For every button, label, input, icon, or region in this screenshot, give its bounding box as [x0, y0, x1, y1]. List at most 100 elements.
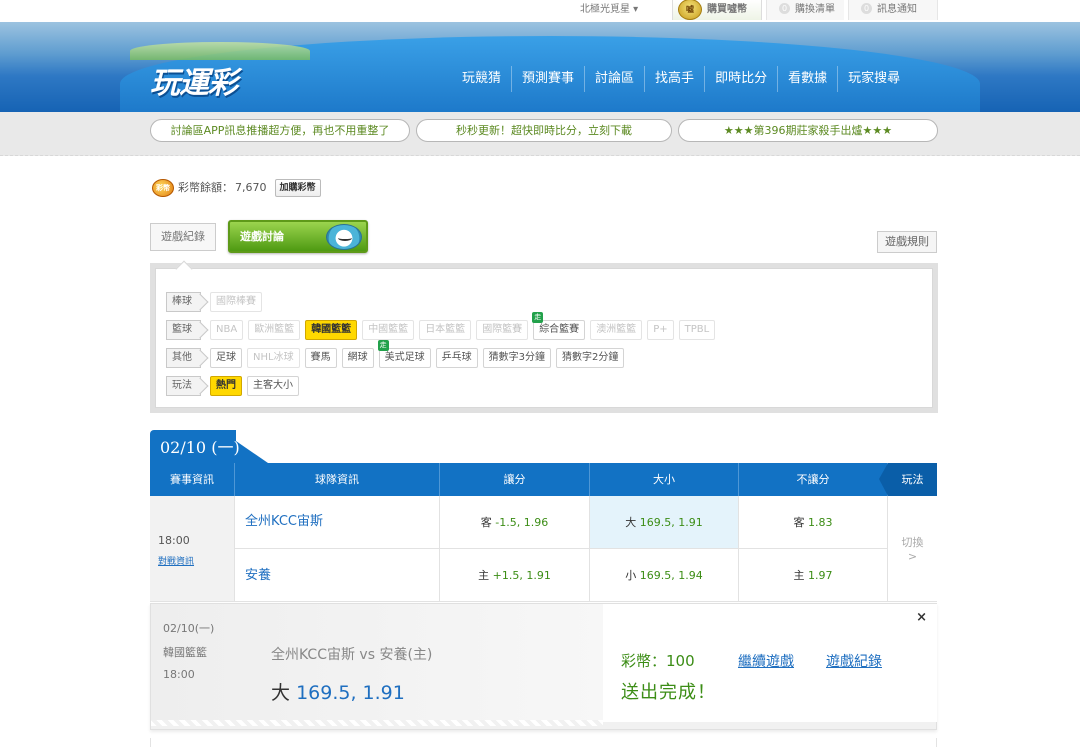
chip-mixed-basketball[interactable]: 綜合籃賽: [532, 312, 586, 340]
odds-value: +1.5, 1.91: [492, 569, 551, 582]
chevron-right-icon: >: [907, 550, 918, 563]
chip-nba[interactable]: NBA: [210, 320, 244, 340]
switch-label: 切換: [901, 536, 924, 549]
odds-prefix: 客: [480, 516, 492, 529]
chip-euro-basketball[interactable]: 歐洲籃籃: [248, 320, 301, 340]
nav-item-forum[interactable]: 討論區: [584, 66, 644, 92]
notification-count-badge: 0: [861, 3, 872, 14]
tab-game-discussion-label: 遊戲討論: [240, 230, 284, 243]
odds-handicap-away[interactable]: 客 -1.5, 1.96: [440, 496, 590, 549]
sport-filter-panel: 棒球 國際棒賽 籃球 NBA 歐洲籃籃 韓國籃籃 中國籃籃 日本籃籃 國際籃賽 …: [150, 260, 938, 413]
cart-label: 購換清單: [795, 4, 835, 15]
matchup-info-link[interactable]: 對戰資訊: [158, 554, 194, 567]
sport-filter-list: 棒球 國際棒賽 籃球 NBA 歐洲籃籃 韓國籃籃 中國籃籃 日本籃籃 國際籃賽 …: [155, 260, 933, 408]
team-home: 安養: [235, 549, 440, 602]
chip-tpbl[interactable]: TPBL: [678, 320, 716, 340]
notification-link[interactable]: 0 訊息通知: [848, 0, 938, 20]
nav-item-live-score[interactable]: 即時比分: [704, 66, 777, 92]
bet-status: 送出完成！: [621, 682, 716, 703]
chip-tennis[interactable]: 網球: [341, 348, 374, 368]
bet-pick: 大 169.5, 1.91: [271, 678, 405, 705]
odds-over-selected[interactable]: 大 169.5, 1.91: [590, 496, 739, 549]
odds-handicap-home[interactable]: 主 +1.5, 1.91: [440, 549, 590, 602]
odds-prefix: 客: [793, 516, 805, 529]
continue-game-link[interactable]: 繼續遊戲: [738, 651, 794, 671]
bet-result: 彩幣：100 送出完成！ 繼續遊戲 遊戲紀錄 ×: [603, 604, 937, 722]
col-team-info: 球隊資訊: [235, 463, 440, 496]
nav-item-guess[interactable]: 玩競猜: [452, 66, 511, 92]
chip-horse-racing[interactable]: 賽馬: [304, 348, 337, 368]
filter-category-baseball: 棒球: [166, 292, 201, 312]
chip-guess-number-2min[interactable]: 猜數字2分鐘: [555, 348, 625, 368]
announcement-link-2[interactable]: 秒秒更新！超快即時比分，立刻下載: [416, 119, 672, 142]
chip-soccer[interactable]: 足球: [210, 348, 242, 368]
cart-link[interactable]: 0 購換清單: [766, 0, 844, 20]
nav-item-predict[interactable]: 預測賽事: [511, 66, 584, 92]
cart-count-badge: 0: [779, 3, 790, 14]
odds-value: 169.5, 1.94: [639, 569, 703, 582]
chip-p-plus[interactable]: P+: [647, 320, 674, 340]
odds-prefix: 大: [625, 516, 637, 529]
filter-row-play-type: 玩法 熱門 主客大小: [166, 375, 304, 397]
game-date-tab: 02/10 (一): [150, 430, 270, 463]
coin-balance: 彩幣 彩幣餘額： 7,670 加購彩幣: [152, 178, 321, 198]
chip-nhl[interactable]: NHL冰球: [247, 348, 300, 368]
chip-american-football[interactable]: 美式足球: [377, 340, 431, 368]
bet-pick-value: 169.5, 1.91: [296, 682, 405, 704]
odds-moneyline-home[interactable]: 主 1.97: [739, 549, 888, 602]
chip-intl-baseball[interactable]: 國際棒賽: [210, 292, 262, 312]
odds-value: -1.5, 1.96: [495, 516, 549, 529]
bet-pick-prefix: 大: [271, 682, 291, 704]
chip-table-tennis[interactable]: 乒乓球: [435, 348, 478, 368]
ticket-zigzag-edge: [151, 720, 603, 726]
chip-korea-basketball[interactable]: 韓國籃籃: [305, 320, 358, 340]
chip-japan-basketball[interactable]: 日本籃籃: [419, 320, 472, 340]
chip-intl-basketball[interactable]: 國際籃賽: [476, 320, 529, 340]
game-record-link[interactable]: 遊戲紀錄: [826, 651, 882, 671]
balance-label: 彩幣餘額：: [178, 181, 233, 194]
chip-aus-basketball[interactable]: 澳洲籃籃: [590, 320, 643, 340]
filter-row-other: 其他 足球 NHL冰球 賽馬 網球 美式足球 乒乓球 猜數字3分鐘 猜數字2分鐘: [166, 340, 629, 369]
col-event-info: 賽事資訊: [150, 463, 235, 496]
tab-game-record[interactable]: 遊戲紀錄: [150, 223, 216, 251]
user-menu[interactable]: 北極光覓星 ▾: [580, 0, 638, 20]
bet-confirmation-panel: 02/10(一) 韓國籃籃 18:00 全州KCC宙斯 vs 安養(主) 大 1…: [150, 603, 937, 730]
nav-item-player-search[interactable]: 玩家搜尋: [837, 66, 910, 92]
game-rules-button[interactable]: 遊戲規則: [877, 231, 937, 253]
announcement-link-1[interactable]: 討論區APP訊息推播超方便，再也不用重整了: [150, 119, 410, 142]
col-play-type[interactable]: 玩法: [879, 463, 937, 496]
notification-label: 訊息通知: [877, 4, 917, 15]
chip-home-away-total[interactable]: 主客大小: [247, 376, 299, 396]
site-logo[interactable]: 玩運彩: [150, 58, 238, 102]
buy-coins-button[interactable]: 噓 購買噓幣: [672, 0, 762, 20]
chip-china-basketball[interactable]: 中國籃籃: [362, 320, 415, 340]
content-border: [150, 738, 937, 747]
top-utility-bar: 北極光覓星 ▾ 噓 購買噓幣 0 購換清單 0 訊息通知: [0, 0, 1080, 22]
coin-icon: 彩幣: [152, 179, 174, 197]
announcement-link-3[interactable]: ★★★第396期莊家殺手出爐★★★: [678, 119, 938, 142]
buy-coins-label: 購買噓幣: [707, 4, 747, 15]
filter-notch: [175, 260, 193, 278]
filter-row-baseball: 棒球 國際棒賽: [166, 291, 267, 313]
chip-guess-number-3min[interactable]: 猜數字3分鐘: [482, 348, 551, 368]
switch-play-type-button[interactable]: 切換 >: [888, 496, 937, 602]
filter-category-play-type: 玩法: [166, 376, 201, 396]
odds-under[interactable]: 小 169.5, 1.94: [590, 549, 739, 602]
tab-game-discussion[interactable]: 遊戲討論: [228, 220, 368, 253]
odds-value: 169.5, 1.91: [639, 516, 703, 529]
odds-moneyline-away[interactable]: 客 1.83: [739, 496, 888, 549]
close-icon[interactable]: ×: [916, 610, 927, 625]
bet-league: 韓國籃籃: [163, 646, 207, 659]
bet-date: 02/10(一): [163, 622, 215, 635]
game-table-header: 賽事資訊 球隊資訊 讓分 大小 不讓分 玩法: [150, 463, 937, 496]
game-time: 18:00: [158, 534, 190, 547]
chip-popular[interactable]: 熱門: [210, 376, 242, 396]
nav-item-data[interactable]: 看數據: [777, 66, 837, 92]
topup-button[interactable]: 加購彩幣: [274, 179, 321, 197]
filter-row-basketball: 籃球 NBA 歐洲籃籃 韓國籃籃 中國籃籃 日本籃籃 國際籃賽 綜合籃賽 澳洲籃…: [166, 312, 720, 341]
team-away: 全州KCC宙斯: [235, 496, 440, 549]
nav-item-experts[interactable]: 找高手: [644, 66, 704, 92]
filter-category-basketball: 籃球: [166, 320, 201, 340]
main-nav: 玩競猜 預測賽事 討論區 找高手 即時比分 看數據 玩家搜尋: [452, 66, 910, 92]
balance-amount: 7,670: [235, 181, 267, 194]
